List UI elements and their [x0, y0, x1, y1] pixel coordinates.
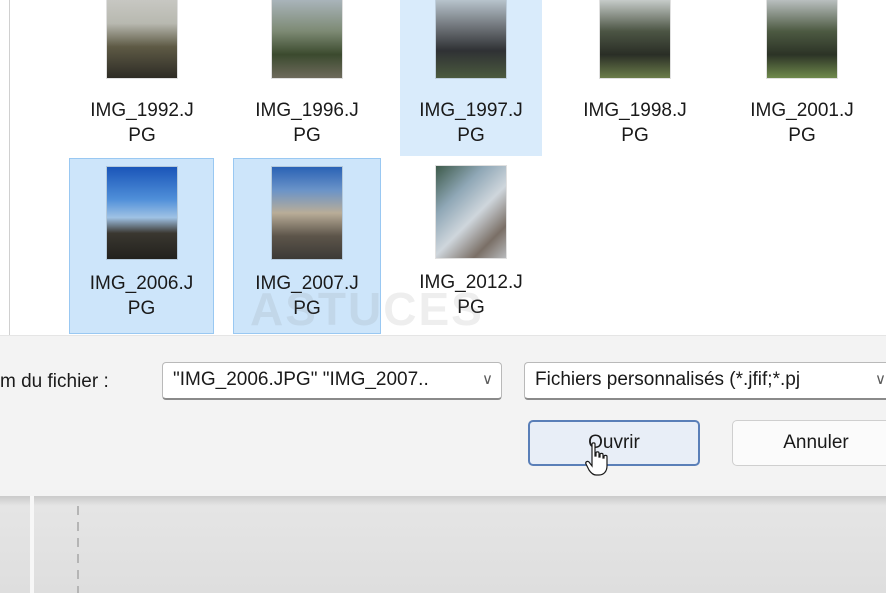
- file-type-filter-combobox[interactable]: Fichiers personnalisés (*.jfif;*.pj ∨: [524, 362, 886, 400]
- file-name: IMG_2006.J PG: [89, 273, 194, 319]
- dialog-footer: [0, 335, 886, 497]
- dashed-guide-line: [77, 506, 79, 593]
- file-item-img-1998[interactable]: IMG_1998.J PG: [564, 0, 706, 156]
- file-type-filter-value: Fichiers personnalisés (*.jfif;*.pj: [535, 369, 801, 390]
- chevron-down-icon[interactable]: ∨: [482, 363, 493, 397]
- chevron-down-icon[interactable]: ∨: [875, 363, 886, 397]
- filename-value: "IMG_2006.JPG" "IMG_2007..: [173, 369, 429, 390]
- photo-thumbnail: [106, 167, 177, 259]
- photo-thumbnail: [436, 166, 506, 258]
- file-item-img-2006[interactable]: IMG_2006.J PG: [69, 158, 214, 334]
- open-button[interactable]: Ouvrir: [528, 420, 700, 466]
- file-item-img-2007[interactable]: IMG_2007.J PG: [233, 158, 381, 334]
- navigation-pane-divider: [9, 0, 10, 335]
- photo-thumbnail: [272, 0, 342, 78]
- filename-label: m du fichier :: [0, 371, 109, 392]
- file-item-img-2001[interactable]: IMG_2001.J PG: [731, 0, 873, 156]
- file-item-img-2012[interactable]: IMG_2012.J PG: [400, 158, 542, 334]
- file-item-img-1996[interactable]: IMG_1996.J PG: [236, 0, 378, 156]
- filename-combobox[interactable]: "IMG_2006.JPG" "IMG_2007.. ∨: [162, 362, 502, 400]
- file-name: IMG_1997.J PG: [419, 100, 523, 146]
- file-item-img-1997[interactable]: IMG_1997.J PG: [400, 0, 542, 156]
- cancel-button[interactable]: Annuler: [732, 420, 886, 466]
- file-name: IMG_2007.J PG: [255, 273, 359, 319]
- file-name: IMG_1998.J PG: [583, 100, 687, 146]
- file-open-dialog: IMG_1992.J PG IMG_1996.J PG IMG_1997.J PG I…: [0, 0, 886, 497]
- photo-thumbnail: [767, 0, 837, 78]
- background-window: [0, 496, 886, 593]
- file-name: IMG_2001.J PG: [750, 100, 854, 146]
- photo-thumbnail: [600, 0, 670, 78]
- file-item-img-1992[interactable]: IMG_1992.J PG: [71, 0, 213, 156]
- file-name: IMG_1996.J PG: [255, 100, 359, 146]
- photo-thumbnail: [272, 167, 342, 259]
- photo-thumbnail: [436, 0, 506, 78]
- hand-cursor-icon: [585, 442, 608, 476]
- file-name: IMG_1992.J PG: [90, 100, 194, 146]
- file-name: IMG_2012.J PG: [419, 272, 523, 318]
- background-divider: [30, 496, 34, 593]
- photo-thumbnail: [107, 0, 177, 78]
- dialog-shadow: [0, 496, 886, 506]
